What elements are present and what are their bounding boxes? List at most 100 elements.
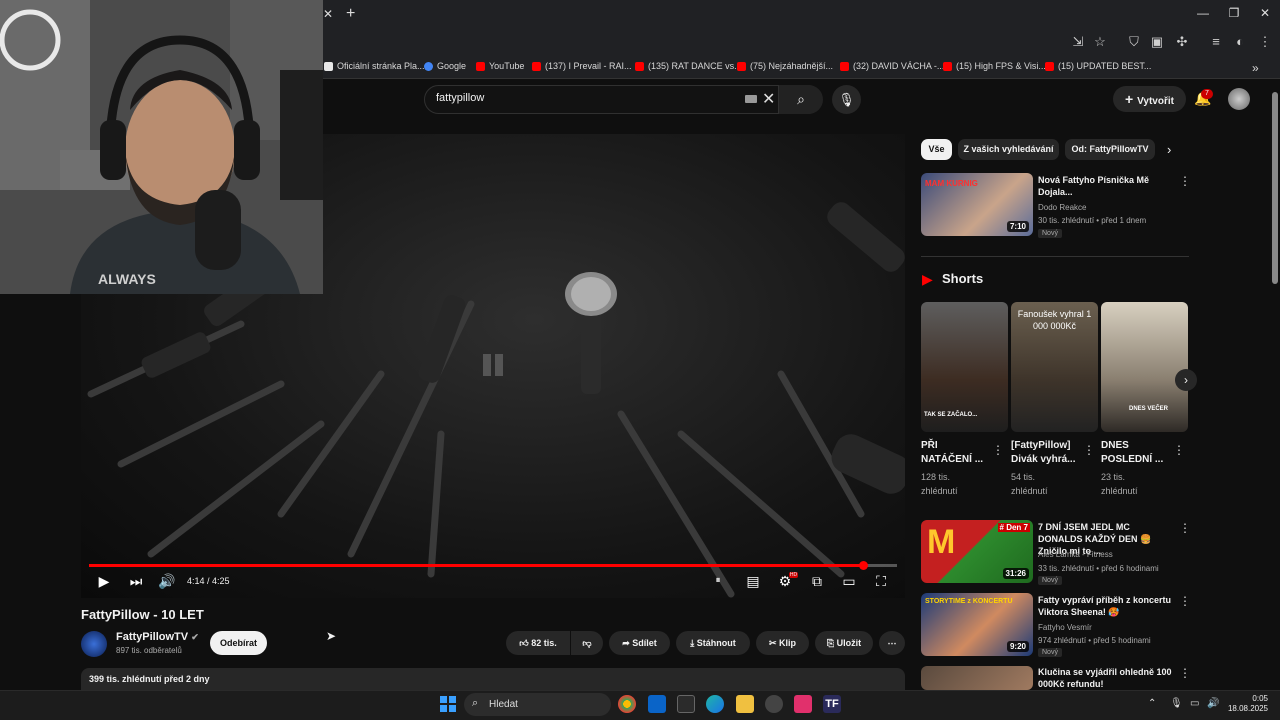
share-button[interactable]: ➦ Sdílet bbox=[609, 631, 670, 655]
more-options-icon[interactable]: ⋮ bbox=[1179, 594, 1191, 608]
subtitles-button[interactable]: ▤ bbox=[743, 573, 763, 589]
bookmark-item[interactable]: (75) Nejzáhadnější... bbox=[737, 61, 833, 71]
taskbar-search[interactable]: Hledat bbox=[464, 693, 611, 716]
recommendation-thumbnail[interactable] bbox=[921, 666, 1033, 690]
recommendation-meta: 974 zhlédnutí • před 5 hodinami bbox=[1038, 636, 1151, 645]
bookmark-item[interactable]: (15) High FPS & Visi... bbox=[943, 61, 1046, 71]
minimize-button[interactable]: — bbox=[1188, 4, 1218, 22]
bookmark-item[interactable]: YouTube bbox=[476, 61, 524, 71]
channel-name[interactable]: FattyPillowTV ✔ bbox=[116, 631, 199, 643]
recommendation-thumbnail[interactable]: M # Den 7 31:26 bbox=[921, 520, 1033, 583]
more-bookmarks-button[interactable]: » bbox=[1252, 61, 1259, 75]
microphone-tray-icon[interactable]: 🎙 bbox=[1170, 698, 1183, 709]
progress-scrubber[interactable] bbox=[859, 561, 868, 570]
short-thumbnail[interactable]: TAK SE ZAČALO... bbox=[921, 302, 1008, 432]
volume-button[interactable]: 🔊 bbox=[157, 573, 177, 589]
next-button[interactable]: ⏭ bbox=[126, 573, 146, 589]
bookmark-item[interactable]: (15) UPDATED BEST... bbox=[1045, 61, 1151, 71]
miniplayer-button[interactable]: ⧉ bbox=[807, 573, 827, 589]
bookmark-item[interactable]: Google bbox=[424, 61, 466, 71]
play-button[interactable]: ▶ bbox=[94, 573, 114, 589]
bookmark-icon: ⎘ bbox=[826, 638, 837, 648]
chips-next-icon[interactable]: › bbox=[1167, 142, 1171, 157]
install-app-icon[interactable]: ⇲ bbox=[1068, 32, 1088, 52]
autoplay-icon: ⏸ bbox=[715, 575, 721, 586]
short-title[interactable]: [FattyPillow] Divák vyhrá... bbox=[1011, 439, 1075, 467]
volume-icon: 🔊 bbox=[158, 573, 176, 589]
speaker-icon[interactable]: 🔊 bbox=[1207, 698, 1219, 709]
more-horizontal-icon: ⋯ bbox=[887, 638, 897, 648]
close-tab-button[interactable]: ✕ bbox=[323, 3, 337, 25]
recommendation-title[interactable]: Klučina se vyjádřil ohledně 100 000Kč re… bbox=[1038, 666, 1178, 690]
outlook-icon[interactable] bbox=[648, 695, 666, 713]
short-thumbnail[interactable]: DNES VEČER bbox=[1101, 302, 1188, 432]
dislike-button[interactable]: 👎︎ bbox=[571, 631, 603, 655]
bookmark-item[interactable]: (32) DAVID VÁCHA -... bbox=[840, 61, 944, 71]
account-avatar[interactable] bbox=[1228, 88, 1250, 110]
fullscreen-button[interactable]: ⛶ bbox=[871, 573, 891, 589]
chip-from-searches[interactable]: Z vašich vyhledávání bbox=[958, 139, 1059, 160]
voice-search-button[interactable]: 🎙 bbox=[832, 85, 861, 114]
search-icon: ⌕ bbox=[797, 91, 805, 107]
short-thumbnail[interactable]: Fanoušek vyhral 1 000 000Kč bbox=[1011, 302, 1098, 432]
search-input[interactable]: fattypillow bbox=[436, 92, 484, 104]
recommendation-channel[interactable]: Fattyho Vesmír bbox=[1038, 621, 1092, 634]
chip-all[interactable]: Vše bbox=[921, 139, 952, 160]
extensions-puzzle-icon[interactable]: ✣ bbox=[1172, 32, 1192, 52]
chrome-icon[interactable] bbox=[618, 695, 636, 713]
more-options-icon[interactable]: ⋮ bbox=[1179, 174, 1191, 188]
autoplay-toggle[interactable]: ⏸ bbox=[708, 573, 728, 589]
more-options-icon[interactable]: ⋮ bbox=[1179, 521, 1191, 535]
keyboard-icon[interactable] bbox=[745, 95, 757, 103]
maximize-button[interactable]: ❐ bbox=[1219, 4, 1249, 22]
more-options-icon[interactable]: ⋮ bbox=[1083, 443, 1095, 457]
bookmark-label: (15) High FPS & Visi... bbox=[956, 61, 1046, 71]
edge-icon[interactable] bbox=[706, 695, 724, 713]
clear-search-icon[interactable]: ✕ bbox=[762, 89, 775, 109]
shorts-next-button[interactable]: › bbox=[1175, 369, 1197, 391]
chip-from-channel[interactable]: Od: FattyPillowTV bbox=[1065, 139, 1155, 160]
file-explorer-icon[interactable] bbox=[736, 695, 754, 713]
create-button[interactable]: + Vytvořit bbox=[1113, 86, 1186, 112]
close-window-button[interactable]: ✕ bbox=[1250, 4, 1280, 22]
bookmark-item[interactable]: (137) I Prevail - RAI... bbox=[532, 61, 632, 71]
bookmark-item[interactable]: (135) RAT DANCE vs... bbox=[635, 61, 742, 71]
subscribe-button[interactable]: Odebírat bbox=[210, 631, 267, 655]
media-control-icon[interactable]: ≡ bbox=[1206, 32, 1226, 52]
recommendation-title[interactable]: Nová Fattyho Písnička Mě Dojala... bbox=[1038, 174, 1173, 198]
network-icon[interactable]: ▭ bbox=[1190, 698, 1199, 709]
more-options-icon[interactable]: ⋮ bbox=[992, 443, 1004, 457]
short-title[interactable]: DNES POSLEDNÍ ... bbox=[1101, 439, 1163, 467]
more-options-icon[interactable]: ⋮ bbox=[1173, 443, 1185, 457]
search-button[interactable]: ⌕ bbox=[778, 85, 823, 114]
recommendation-thumbnail[interactable]: MAM KURNIG 7:10 bbox=[921, 173, 1033, 236]
more-options-icon[interactable]: ⋮ bbox=[1179, 666, 1191, 680]
scrollbar-thumb[interactable] bbox=[1272, 92, 1278, 284]
bookmark-item[interactable]: Oficiální stránka Pla... bbox=[324, 61, 425, 71]
save-button[interactable]: ⎘ Uložit bbox=[815, 631, 873, 655]
store-icon[interactable] bbox=[677, 695, 695, 713]
taskbar-clock[interactable]: 0:05 18.08.2025 bbox=[1226, 694, 1268, 714]
download-button[interactable]: ⤓ Stáhnout bbox=[676, 631, 750, 655]
github-desktop-icon[interactable] bbox=[765, 695, 783, 713]
tiktok-icon[interactable] bbox=[794, 695, 812, 713]
browser-menu-icon[interactable]: ⋮ bbox=[1255, 32, 1275, 52]
bookmark-star-icon[interactable]: ☆ bbox=[1090, 32, 1110, 52]
recommendation-channel[interactable]: Aleš Lamka - Fitness bbox=[1038, 548, 1113, 561]
clip-button[interactable]: ✂ Klip bbox=[756, 631, 809, 655]
tray-overflow-icon[interactable]: ⌃ bbox=[1148, 698, 1156, 709]
windows-start-icon[interactable] bbox=[440, 696, 456, 712]
like-button[interactable]: 👍︎ 82 tis. bbox=[506, 631, 570, 655]
profile-icon[interactable]: ◐ bbox=[1230, 32, 1250, 52]
theater-mode-button[interactable]: ▭ bbox=[839, 573, 859, 589]
channel-avatar[interactable] bbox=[81, 631, 107, 657]
translate-extension-icon[interactable]: ▣ bbox=[1147, 32, 1167, 52]
new-tab-button[interactable]: + bbox=[346, 3, 355, 25]
short-title[interactable]: PŘI NATÁČENÍ ... bbox=[921, 439, 983, 467]
recommendation-title[interactable]: Fatty vypráví příběh z koncertu Viktora … bbox=[1038, 594, 1178, 618]
shield-extension-icon[interactable]: ⛉ bbox=[1124, 32, 1144, 52]
recommendation-channel[interactable]: Dodo Reakce bbox=[1038, 201, 1086, 214]
tf-app-icon[interactable]: TF bbox=[823, 695, 841, 713]
more-actions-button[interactable]: ⋯ bbox=[879, 631, 905, 655]
recommendation-thumbnail[interactable]: STORYTIME z KONCERTU 9:20 bbox=[921, 593, 1033, 656]
